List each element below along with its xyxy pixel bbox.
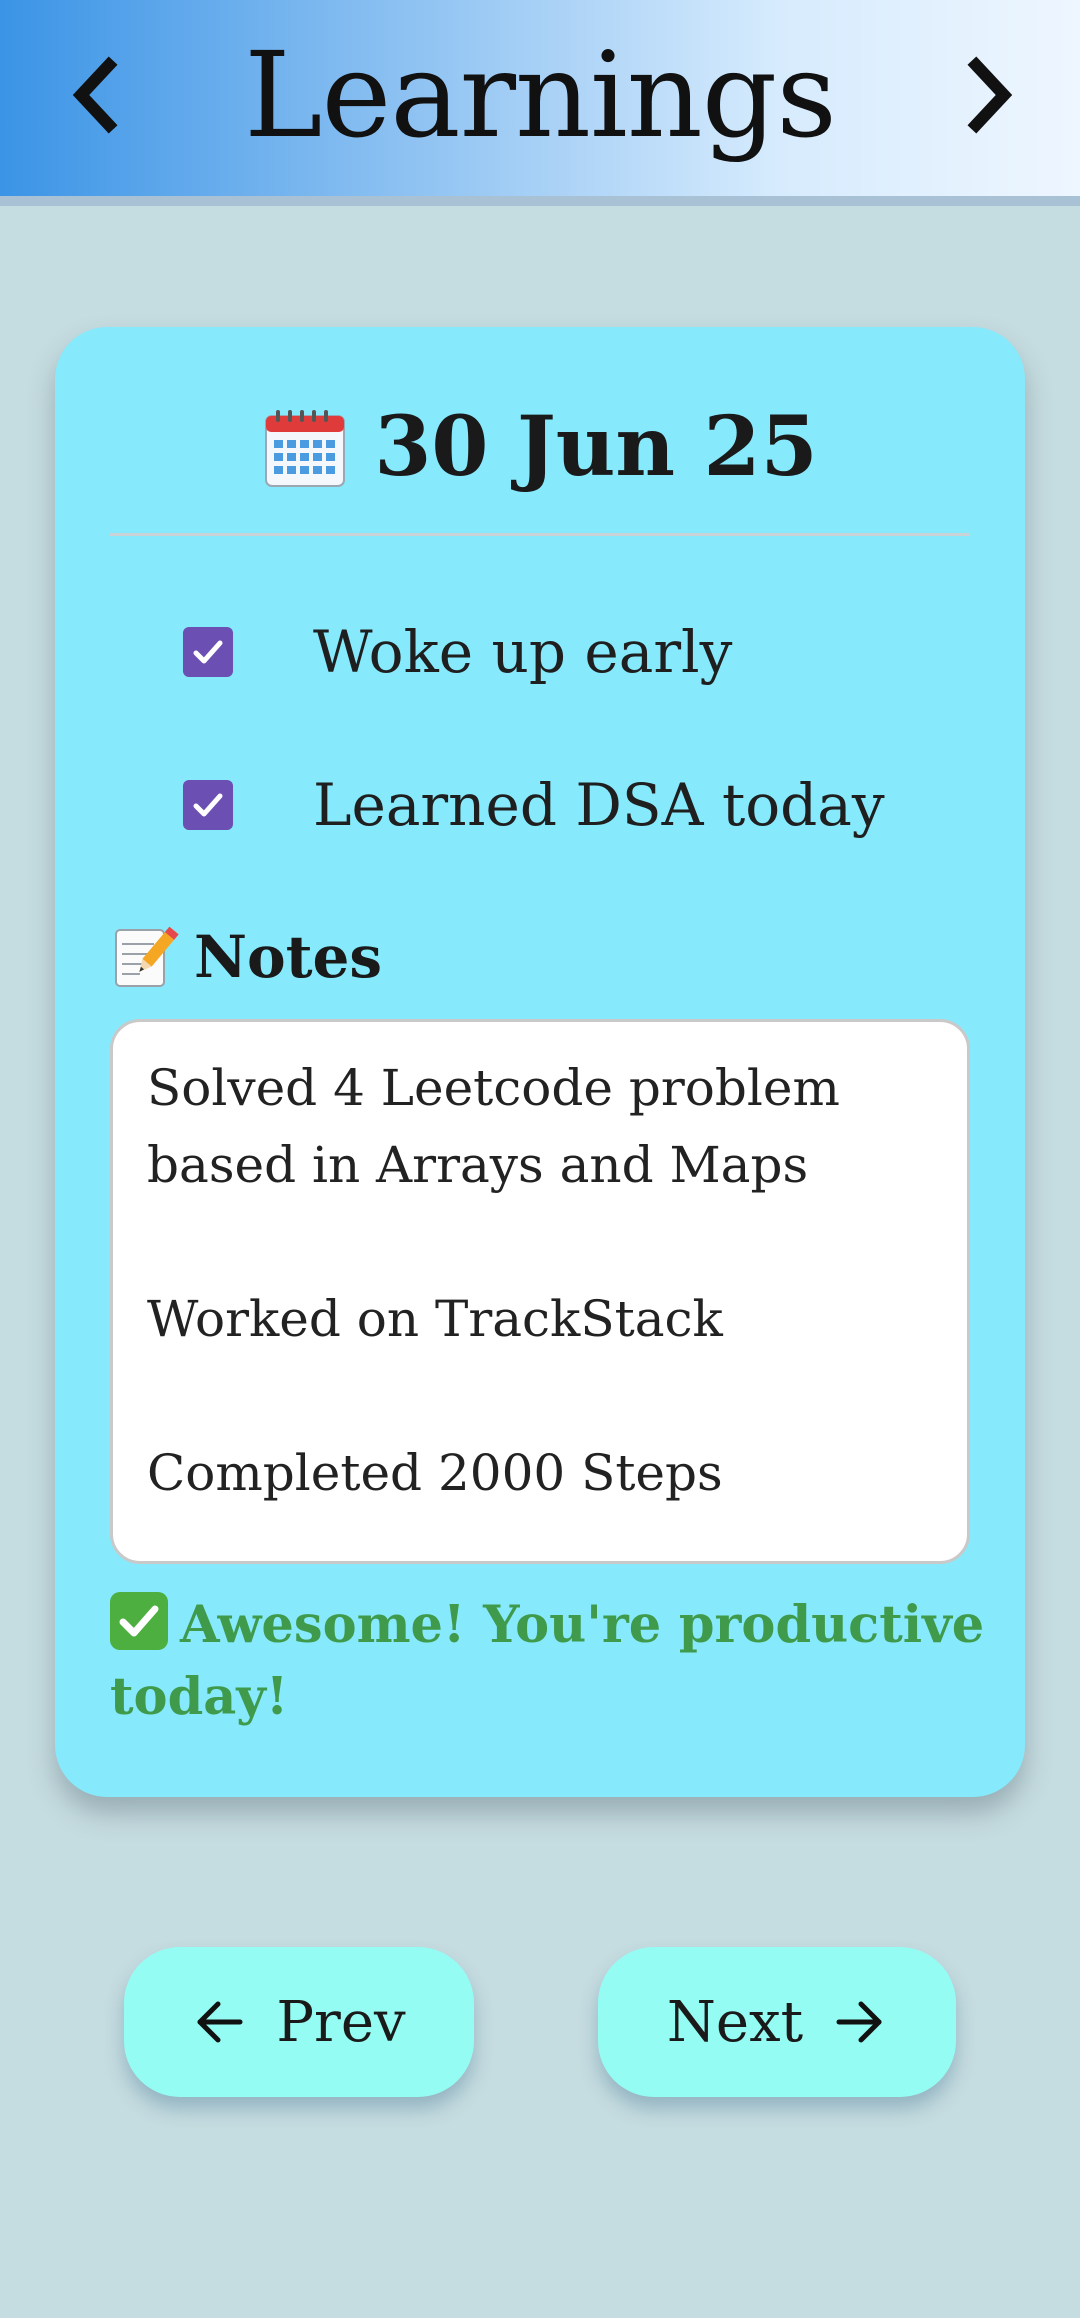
productivity-status: Awesome! You're productive today! xyxy=(110,1589,990,1733)
checkbox-checked[interactable] xyxy=(183,627,233,677)
prev-button[interactable]: Prev xyxy=(124,1947,474,2097)
app-header: Learnings xyxy=(0,0,1080,206)
arrow-right-icon xyxy=(836,2001,882,2043)
memo-icon xyxy=(115,926,179,987)
calendar-icon xyxy=(265,410,346,487)
next-button-label: Next xyxy=(666,1989,804,2055)
checkmark-icon xyxy=(193,793,223,817)
status-text: Awesome! You're productive today! xyxy=(110,1595,985,1727)
checkmark-icon xyxy=(193,640,223,664)
check-mark-icon xyxy=(110,1592,168,1650)
page-title: Learnings xyxy=(244,26,837,164)
arrow-left-icon xyxy=(197,2001,243,2043)
divider xyxy=(110,533,970,536)
daily-entry-card: 30 Jun 25 Woke up early Learned DSA toda… xyxy=(55,327,1025,1797)
prev-button-label: Prev xyxy=(276,1989,406,2055)
checkbox-checked[interactable] xyxy=(183,780,233,830)
checklist-item-label: Learned DSA today xyxy=(313,771,885,839)
notes-heading: Notes xyxy=(110,917,382,997)
next-button[interactable]: Next xyxy=(598,1947,956,2097)
next-page-button[interactable] xyxy=(935,40,1045,150)
chevron-right-icon xyxy=(967,56,1013,134)
date-header: 30 Jun 25 xyxy=(55,387,1025,507)
checklist-item-label: Woke up early xyxy=(313,618,733,686)
checklist-item-woke-up-early[interactable]: Woke up early xyxy=(183,612,732,692)
checklist-item-learned-dsa[interactable]: Learned DSA today xyxy=(183,765,885,845)
entry-date: 30 Jun 25 xyxy=(374,399,818,495)
notes-textarea[interactable]: Solved 4 Leetcode problem based in Array… xyxy=(110,1019,970,1564)
notes-title: Notes xyxy=(194,923,383,991)
